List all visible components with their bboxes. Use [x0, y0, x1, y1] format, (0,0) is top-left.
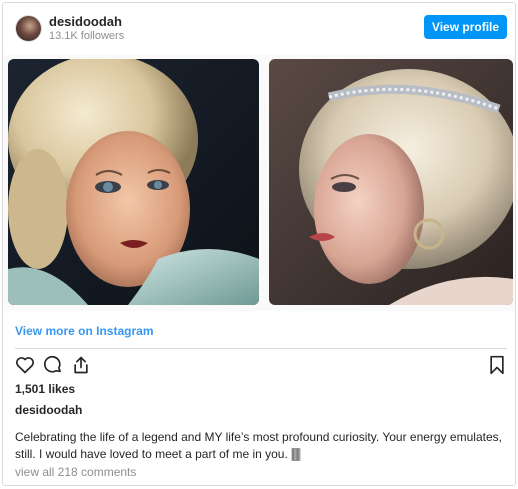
post-header: desidoodah 13.1K followers View profile	[3, 3, 515, 55]
post-caption: Celebrating the life of a legend and MY …	[15, 430, 502, 461]
follower-count: 13.1K followers	[49, 30, 125, 42]
post-photo-1[interactable]	[8, 59, 259, 305]
bookmark-icon[interactable]	[487, 355, 507, 375]
post-media	[3, 55, 515, 311]
view-profile-button[interactable]: View profile	[424, 15, 507, 39]
avatar[interactable]	[15, 15, 42, 42]
divider	[15, 348, 507, 349]
instagram-embed-card: desidoodah 13.1K followers View profile	[2, 2, 516, 486]
view-all-comments-link[interactable]: view all 218 comments	[15, 465, 136, 479]
share-icon[interactable]	[71, 355, 91, 375]
username[interactable]: desidoodah	[49, 14, 122, 29]
comment-icon[interactable]	[43, 355, 63, 375]
view-more-on-instagram-link[interactable]: View more on Instagram	[15, 324, 154, 338]
like-count[interactable]: 1,501 likes	[15, 382, 75, 396]
post-photo-2[interactable]	[269, 59, 513, 305]
heart-icon[interactable]	[15, 355, 35, 375]
caption-username[interactable]: desidoodah	[15, 403, 82, 417]
